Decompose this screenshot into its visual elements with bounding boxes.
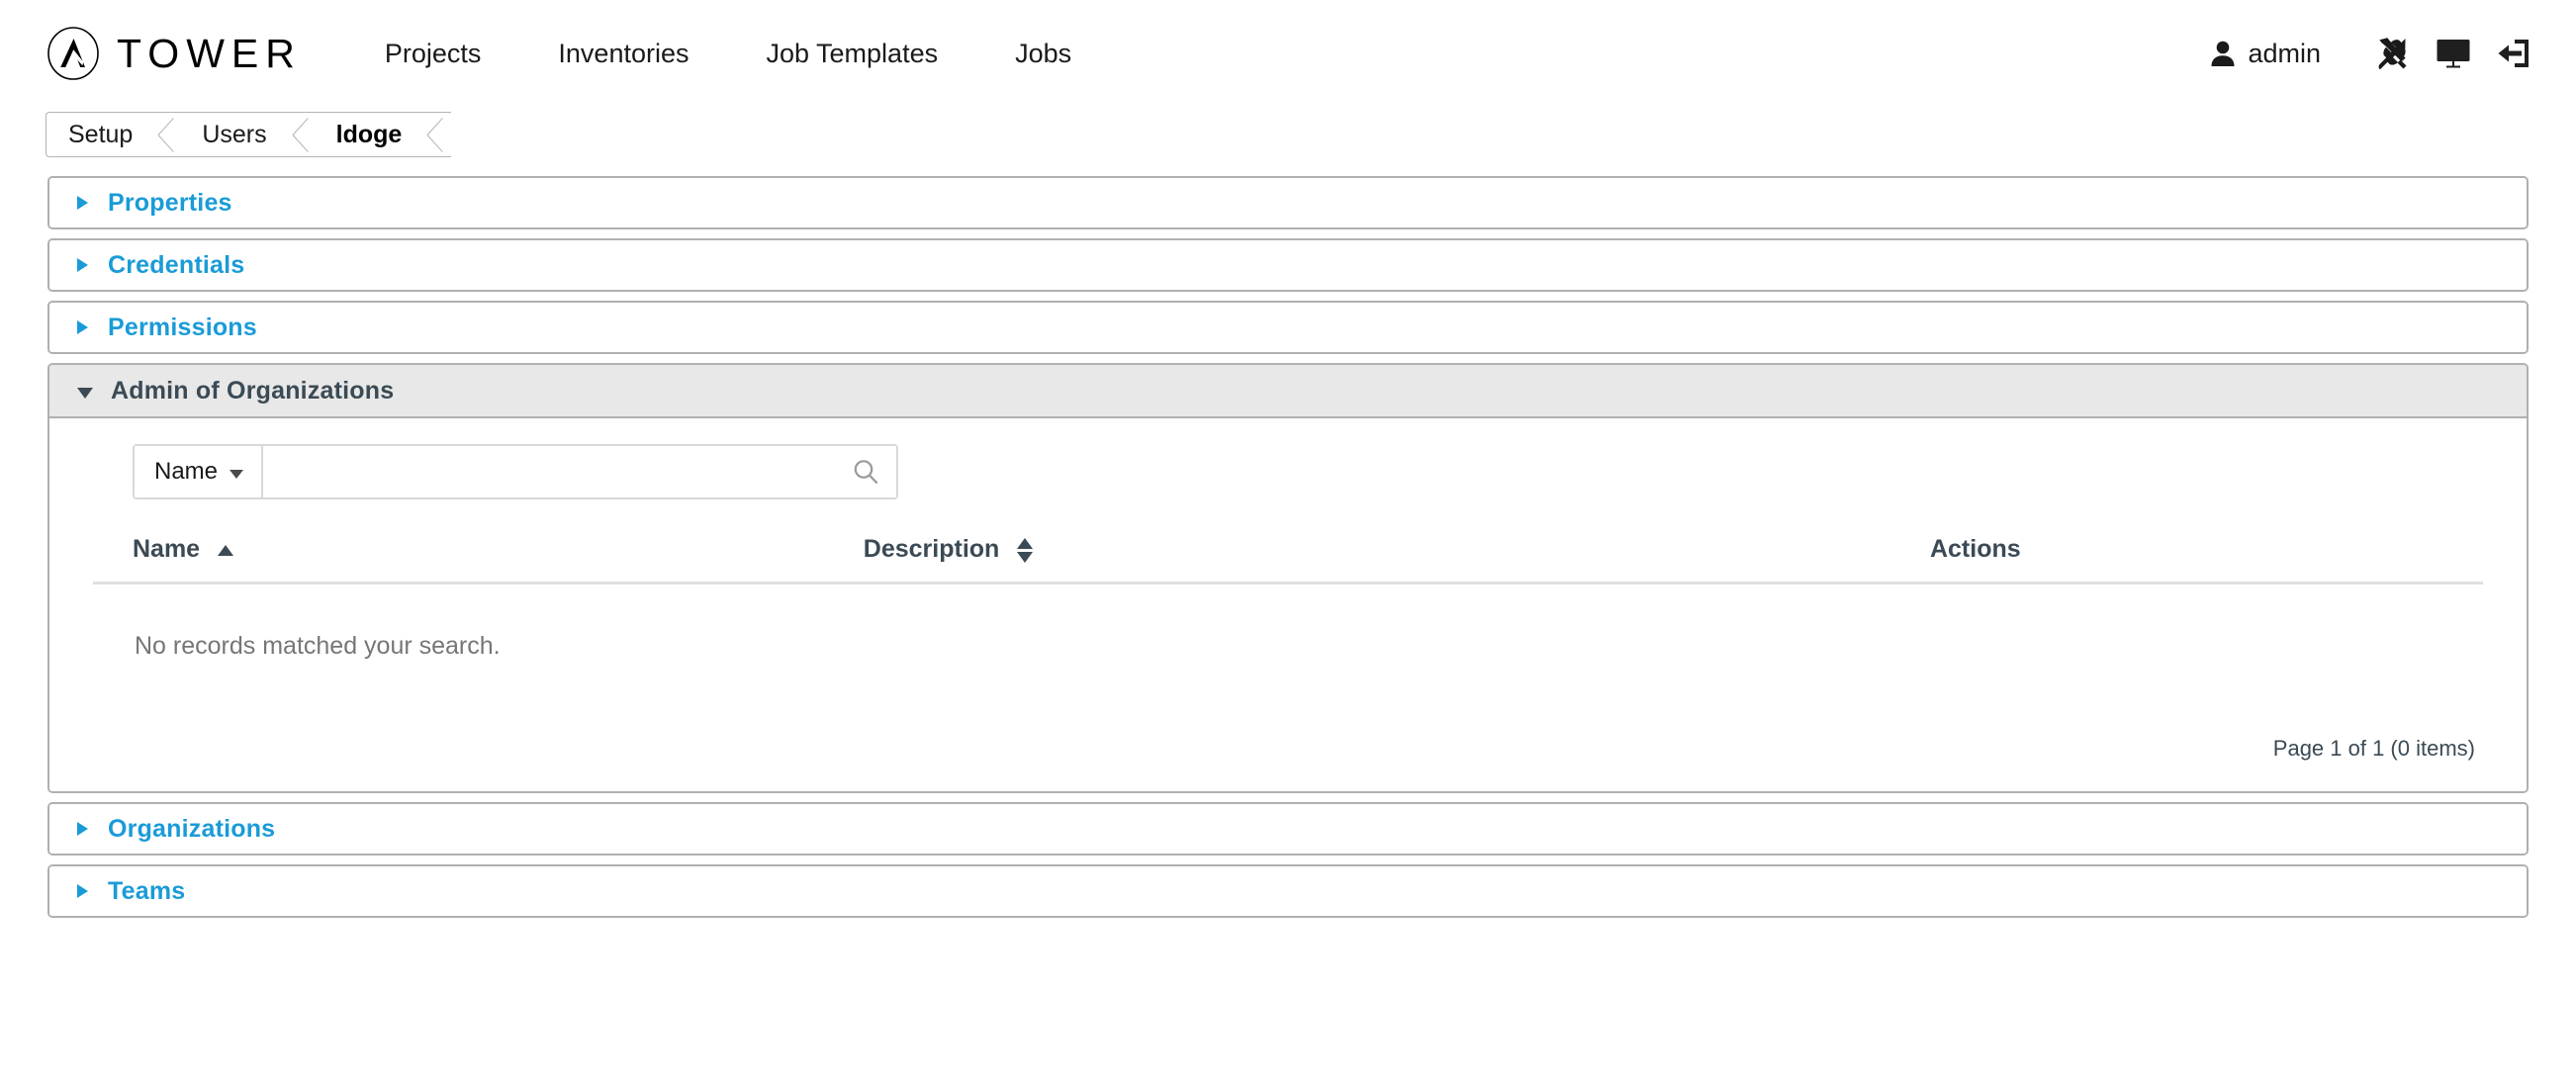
chevron-right-icon: [77, 320, 88, 334]
breadcrumb-end-chevron-icon: [427, 113, 451, 156]
top-right-actions: admin: [2210, 0, 2530, 107]
table-footer: Page 1 of 1 (0 items): [93, 661, 2483, 791]
column-header-actions-label: Actions: [1929, 535, 2021, 563]
column-header-description[interactable]: Description: [824, 535, 1890, 564]
caret-down-icon: [230, 469, 244, 479]
sort-asc-icon: [218, 545, 234, 556]
settings-button[interactable]: [2376, 37, 2410, 70]
chevron-right-icon: [77, 822, 88, 836]
logout-button[interactable]: [2497, 38, 2530, 69]
main-nav: Projects Inventories Job Templates Jobs: [385, 39, 1071, 69]
current-user[interactable]: admin: [2210, 39, 2321, 69]
panel-permissions: Permissions: [47, 301, 2529, 354]
pagination-label: Page 1 of 1 (0 items): [2272, 736, 2475, 761]
panel-header-admin-of-organizations[interactable]: Admin of Organizations: [49, 365, 2527, 418]
logout-icon: [2498, 40, 2529, 67]
panel-header-permissions[interactable]: Permissions: [49, 303, 2527, 352]
breadcrumb-wrapper: Setup Users ldoge: [46, 107, 2576, 162]
search-input[interactable]: [263, 446, 896, 497]
panel-header-properties[interactable]: Properties: [49, 178, 2527, 227]
panel-title-properties: Properties: [108, 188, 232, 217]
brand-logo[interactable]: TOWER: [46, 26, 302, 81]
username-label: admin: [2248, 38, 2321, 68]
ansible-a-logo-icon: [47, 27, 99, 80]
column-header-description-label: Description: [863, 535, 1000, 563]
panel-teams: Teams: [47, 864, 2529, 918]
monitor-icon: [2437, 40, 2470, 68]
column-header-name[interactable]: Name: [93, 535, 824, 564]
panel-organizations: Organizations: [47, 802, 2529, 856]
breadcrumb-item-users[interactable]: Users: [180, 113, 292, 156]
breadcrumb-chevron-icon: [158, 113, 180, 156]
chevron-right-icon: [77, 258, 88, 272]
panel-title-admin-of-organizations: Admin of Organizations: [111, 376, 395, 405]
nav-item-jobs[interactable]: Jobs: [1015, 39, 1071, 69]
chevron-right-icon: [77, 884, 88, 898]
panel-header-organizations[interactable]: Organizations: [49, 804, 2527, 854]
accordion-panels: Properties Credentials Permissions Admin…: [47, 176, 2529, 918]
chevron-down-icon: [77, 387, 93, 399]
search-bar: Name: [133, 444, 898, 499]
column-header-actions: Actions: [1890, 535, 2483, 564]
column-header-name-label: Name: [133, 535, 201, 563]
user-icon: [2211, 41, 2235, 66]
breadcrumb: Setup Users ldoge: [46, 112, 452, 157]
panel-credentials: Credentials: [47, 238, 2529, 292]
chevron-right-icon: [77, 196, 88, 210]
panel-title-organizations: Organizations: [108, 814, 276, 843]
nav-item-projects[interactable]: Projects: [385, 39, 482, 69]
panel-admin-of-organizations: Admin of Organizations Name Name Descrip…: [47, 363, 2529, 793]
panel-header-credentials[interactable]: Credentials: [49, 240, 2527, 290]
organizations-table: Name Description Actions No records matc…: [93, 535, 2483, 791]
breadcrumb-item-setup[interactable]: Setup: [46, 113, 158, 156]
nav-item-job-templates[interactable]: Job Templates: [766, 39, 938, 69]
sort-both-icon: [1017, 538, 1034, 563]
search-submit-button[interactable]: [849, 455, 882, 489]
search-filter-key-label: Name: [154, 458, 219, 485]
panel-body-admin-of-organizations: Name Name Description Actions No records…: [49, 418, 2527, 791]
panel-title-teams: Teams: [108, 876, 186, 905]
table-header-row: Name Description Actions: [93, 535, 2483, 585]
table-empty-message: No records matched your search.: [135, 632, 501, 660]
wrench-screwdriver-icon: [2378, 38, 2407, 70]
panel-title-credentials: Credentials: [108, 250, 245, 279]
panel-title-permissions: Permissions: [108, 313, 257, 341]
breadcrumb-item-current: ldoge: [335, 120, 403, 148]
view-button[interactable]: [2436, 38, 2471, 69]
top-navigation-bar: TOWER Projects Inventories Job Templates…: [0, 0, 2576, 107]
brand-name: TOWER: [117, 30, 302, 76]
panel-properties: Properties: [47, 176, 2529, 229]
search-field-wrapper: [263, 446, 896, 497]
search-filter-key-dropdown[interactable]: Name: [135, 446, 264, 497]
nav-item-inventories[interactable]: Inventories: [558, 39, 689, 69]
breadcrumb-chevron-icon: [293, 113, 315, 156]
panel-header-teams[interactable]: Teams: [49, 866, 2527, 916]
search-icon: [854, 460, 878, 484]
